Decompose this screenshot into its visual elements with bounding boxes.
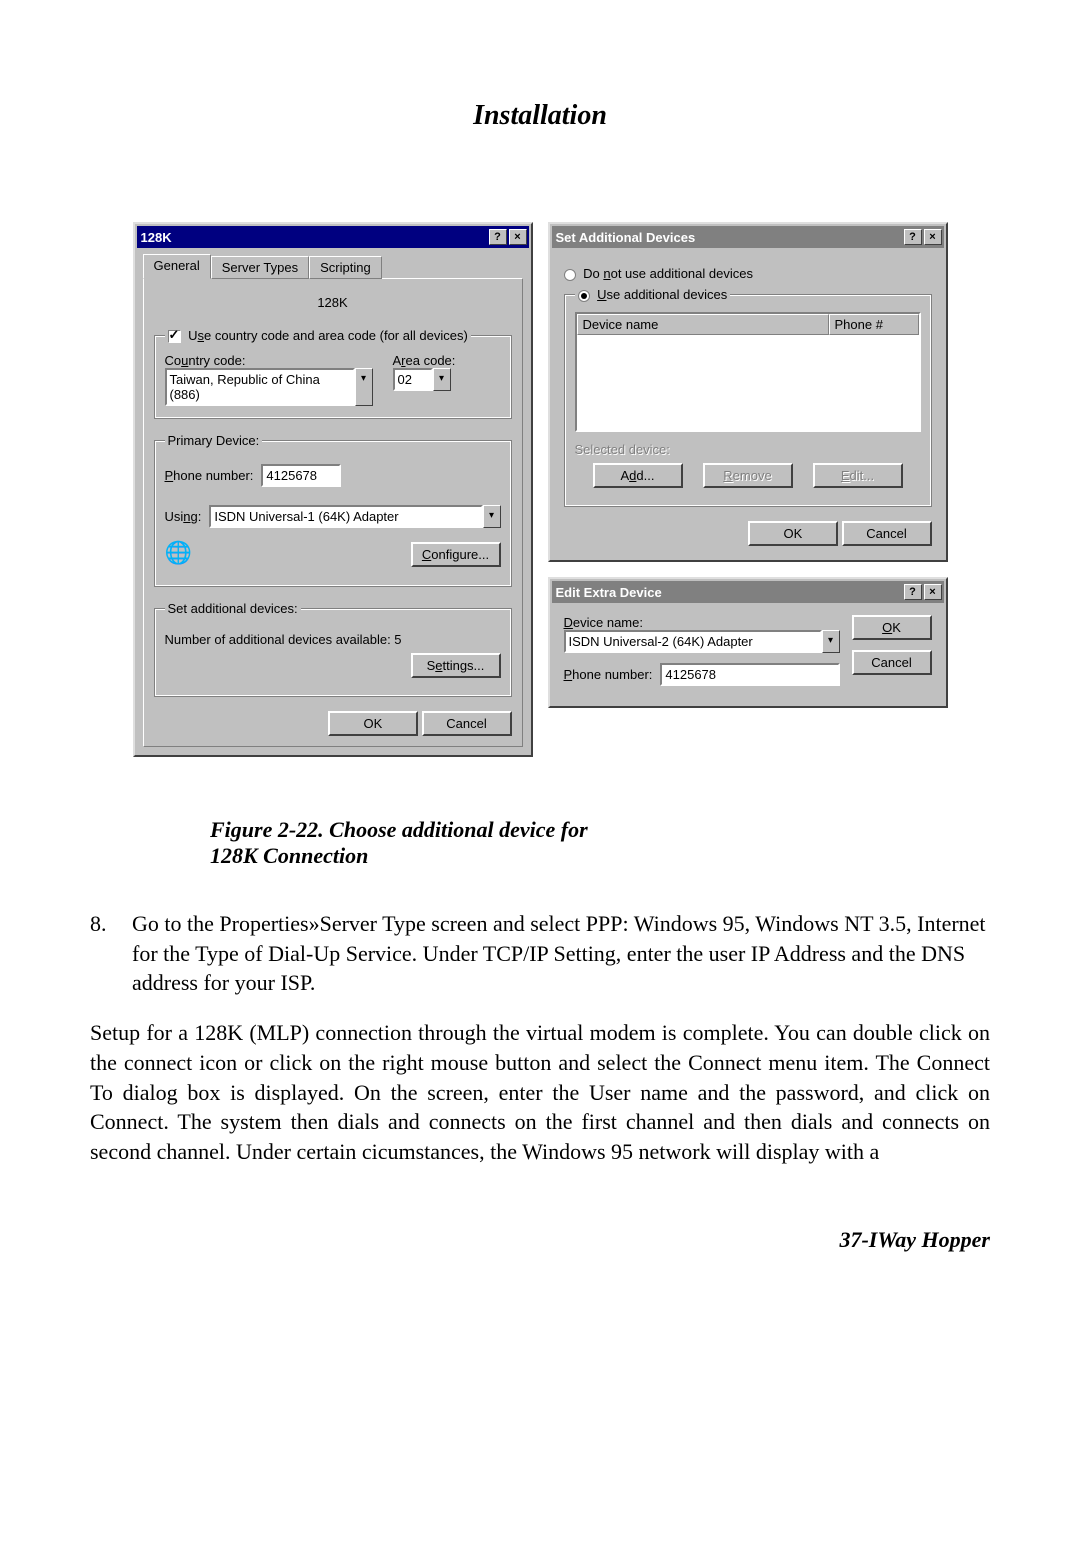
- add-button[interactable]: Add...: [593, 463, 683, 488]
- tab-panel-general: 128K Use country code and area code (for…: [143, 278, 523, 747]
- ok-button[interactable]: OK: [748, 521, 838, 546]
- phone-number-input[interactable]: 4125678: [261, 464, 341, 487]
- using-select[interactable]: ISDN Universal-1 (64K) Adapter: [209, 505, 482, 528]
- remove-button: Remove: [703, 463, 793, 488]
- titlebar-edit-extra[interactable]: Edit Extra Device ? ×: [552, 581, 944, 603]
- figure-caption: Figure 2-22. Choose additional device fo…: [210, 817, 870, 869]
- close-icon[interactable]: ×: [924, 229, 942, 245]
- phone-number-label: Phone number:: [165, 468, 254, 483]
- phone-number-input[interactable]: 4125678: [660, 663, 839, 686]
- help-icon[interactable]: ?: [904, 229, 922, 245]
- titlebar-128k[interactable]: 128K ? ×: [137, 226, 529, 248]
- country-code-label: Country code:: [165, 353, 373, 368]
- edit-button: Edit...: [813, 463, 903, 488]
- dialog-edit-extra: Edit Extra Device ? × Device name: ISDN …: [548, 577, 948, 708]
- chevron-down-icon[interactable]: [355, 368, 373, 406]
- tab-general[interactable]: General: [143, 254, 211, 279]
- connection-name: 128K: [154, 295, 512, 310]
- device-name-label: Device name:: [564, 615, 840, 630]
- chevron-down-icon[interactable]: [433, 368, 451, 391]
- primary-device-legend: Primary Device:: [165, 433, 263, 448]
- device-name-select[interactable]: ISDN Universal-2 (64K) Adapter: [564, 630, 822, 653]
- using-label: Using:: [165, 509, 202, 524]
- use-additional-group: Use additional devices Device name Phone…: [564, 287, 932, 507]
- page-footer: 37-IWay Hopper: [90, 1227, 990, 1253]
- use-country-checkbox[interactable]: [168, 330, 181, 343]
- ok-button[interactable]: OK: [328, 711, 418, 736]
- area-code-select[interactable]: 02: [393, 368, 433, 391]
- body-text: 8. Go to the Properties»Server Type scre…: [90, 909, 990, 1167]
- title-text: Edit Extra Device: [556, 585, 904, 600]
- radio-no-additional[interactable]: [564, 269, 576, 281]
- set-additional-group: Set additional devices: Number of additi…: [154, 601, 512, 697]
- radio-use-label: Use additional devices: [597, 287, 727, 302]
- titlebar-set-additional[interactable]: Set Additional Devices ? ×: [552, 226, 944, 248]
- step-number: 8.: [90, 909, 132, 998]
- chevron-down-icon[interactable]: [483, 505, 501, 528]
- radio-no-label: Do not use additional devices: [583, 266, 753, 281]
- chevron-down-icon[interactable]: [822, 630, 840, 653]
- step-8: 8. Go to the Properties»Server Type scre…: [90, 909, 990, 998]
- radio-use-additional[interactable]: [578, 290, 590, 302]
- country-code-select[interactable]: Taiwan, Republic of China (886): [165, 368, 355, 406]
- step-text: Go to the Properties»Server Type screen …: [132, 909, 990, 998]
- col-device-name[interactable]: Device name: [577, 314, 829, 335]
- area-code-label: Area code:: [393, 353, 456, 368]
- device-listbox[interactable]: Device name Phone #: [575, 312, 921, 432]
- close-icon[interactable]: ×: [509, 229, 527, 245]
- selected-device-label: Selected device:: [575, 442, 921, 457]
- help-icon[interactable]: ?: [904, 584, 922, 600]
- paragraph: Setup for a 128K (MLP) connection throug…: [90, 1018, 990, 1166]
- primary-device-group: Primary Device: Phone number: 4125678 Us…: [154, 433, 512, 587]
- tabstrip: General Server Types Scripting: [143, 254, 523, 279]
- close-icon[interactable]: ×: [924, 584, 942, 600]
- tab-server-types[interactable]: Server Types: [211, 256, 309, 279]
- page-title: Installation: [90, 100, 990, 132]
- globe-icon: 🌐: [165, 540, 197, 568]
- title-text: Set Additional Devices: [556, 230, 904, 245]
- configure-button[interactable]: Configure...: [411, 542, 501, 567]
- tab-scripting[interactable]: Scripting: [309, 256, 382, 279]
- set-additional-legend: Set additional devices:: [165, 601, 301, 616]
- dialog-set-additional: Set Additional Devices ? × Do not use ad…: [548, 222, 948, 562]
- col-phone[interactable]: Phone #: [829, 314, 919, 335]
- dialog-128k: 128K ? × General Server Types Scripting …: [133, 222, 533, 757]
- cancel-button[interactable]: Cancel: [852, 650, 932, 675]
- ok-button[interactable]: OK: [852, 615, 932, 640]
- country-area-group: Use country code and area code (for all …: [154, 328, 512, 419]
- cancel-button[interactable]: Cancel: [422, 711, 512, 736]
- help-icon[interactable]: ?: [489, 229, 507, 245]
- figure-area: 128K ? × General Server Types Scripting …: [90, 222, 990, 757]
- phone-number-label: Phone number:: [564, 667, 653, 682]
- additional-count-text: Number of additional devices available: …: [165, 632, 501, 647]
- settings-button[interactable]: Settings...: [411, 653, 501, 678]
- cancel-button[interactable]: Cancel: [842, 521, 932, 546]
- title-text: 128K: [141, 230, 489, 245]
